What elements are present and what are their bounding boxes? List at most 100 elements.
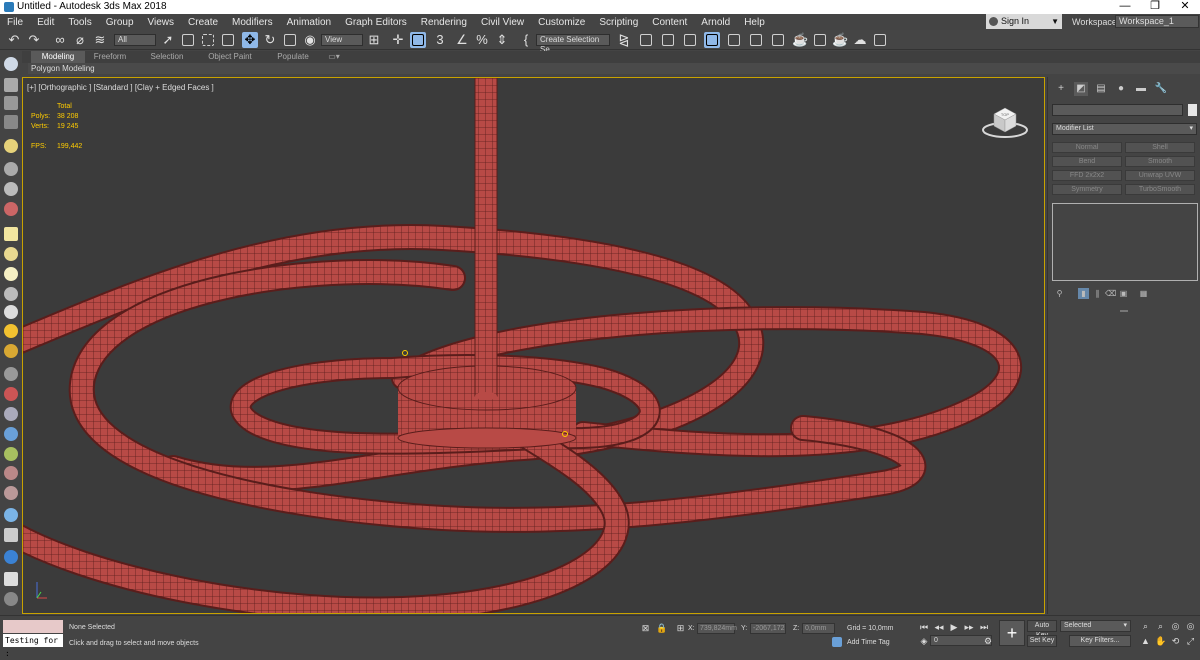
select-manipulate-button[interactable]: ✛ (390, 32, 406, 48)
orbit-icon[interactable]: ⟲ (1170, 636, 1181, 647)
zoom-icon[interactable]: ⌕ (1140, 621, 1151, 632)
select-and-scale-button[interactable] (282, 32, 298, 48)
create-tab-icon[interactable]: + (1054, 82, 1068, 96)
tab-modeling[interactable]: Modeling (31, 51, 85, 63)
object-name-input[interactable] (1052, 104, 1183, 116)
mirror-button[interactable]: ⧎ (616, 32, 632, 48)
selection-filter-dropdown[interactable]: All (114, 34, 156, 46)
key-mode-dropdown[interactable]: Selected ▾ (1060, 620, 1131, 632)
shape-icon[interactable] (4, 202, 18, 216)
globe-icon[interactable] (4, 427, 18, 441)
modifier-normal-button[interactable]: Normal (1052, 142, 1122, 153)
modifier-bend-button[interactable]: Bend (1052, 156, 1122, 167)
viewport-label-menu[interactable]: [+] [Orthographic ] [Standard ] [Clay + … (27, 83, 214, 92)
previous-frame-button[interactable]: ◂◂ (933, 621, 945, 633)
ribbon-panel-label[interactable]: Polygon Modeling (28, 63, 1200, 74)
display-tab-icon[interactable]: ▬ (1134, 82, 1148, 96)
geosphere-icon[interactable] (4, 267, 18, 281)
close-button[interactable]: ✕ (1170, 0, 1200, 14)
menu-modifiers[interactable]: Modifiers (225, 17, 280, 28)
menu-animation[interactable]: Animation (280, 17, 338, 28)
torus-icon[interactable] (4, 287, 18, 301)
bind-space-warp-button[interactable]: ≋ (92, 32, 108, 48)
select-and-move-button[interactable]: ✥ (242, 32, 258, 48)
reference-coordinate-dropdown[interactable]: View (321, 34, 363, 46)
unlink-button[interactable]: ⌀ (72, 32, 88, 48)
pivot-center-button[interactable]: ⊞ (366, 32, 382, 48)
system-icon[interactable] (4, 407, 18, 421)
absolute-mode-icon[interactable]: ⊞ (675, 623, 686, 634)
window-crossing-button[interactable] (220, 32, 236, 48)
render-in-cloud-button[interactable]: ☁ (852, 32, 868, 48)
helper-icon[interactable] (4, 182, 18, 196)
menu-group[interactable]: Group (99, 17, 141, 28)
maximize-button[interactable]: ❐ (1140, 0, 1170, 14)
tab-freeform[interactable]: Freeform (85, 51, 135, 63)
x-coord-field[interactable]: 739,824mm (697, 623, 737, 634)
modifier-symmetry-button[interactable]: Symmetry (1052, 184, 1122, 195)
motion-tab-icon[interactable]: ● (1114, 82, 1128, 96)
configure-modifier-icon[interactable]: ▦ (1138, 288, 1149, 299)
light-icon[interactable] (4, 139, 18, 153)
angle-snap-button[interactable]: ∠ (454, 32, 470, 48)
menu-help[interactable]: Help (737, 17, 772, 28)
bone-icon[interactable] (4, 387, 18, 401)
foliage-icon[interactable] (4, 447, 18, 461)
isolate-selection-icon[interactable]: ⊠ (640, 623, 651, 634)
menu-content[interactable]: Content (645, 17, 694, 28)
utilities-icon[interactable] (4, 572, 18, 586)
pin-stack-icon[interactable]: ⚲ (1054, 288, 1065, 299)
modifier-smooth-button[interactable]: Smooth (1125, 156, 1195, 167)
configure-sets-icon[interactable]: ▣ (1118, 288, 1129, 299)
select-and-place-button[interactable]: ◉ (302, 32, 318, 48)
snaps-toggle-button[interactable]: 3 (432, 32, 448, 48)
make-unique-icon[interactable]: ∥ (1092, 288, 1103, 299)
list-panel-icon[interactable] (4, 96, 18, 110)
viewport-layout-icon[interactable] (4, 57, 18, 71)
percent-snap-button[interactable]: % (474, 32, 490, 48)
perspective-viewport[interactable]: [+] [Orthographic ] [Standard ] [Clay + … (22, 77, 1045, 614)
tab-selection[interactable]: Selection (140, 51, 194, 63)
align-button[interactable] (638, 32, 654, 48)
set-key-button[interactable]: Set Key (1027, 635, 1057, 647)
workspace-dropdown[interactable]: Workspace_1 (1115, 15, 1199, 28)
ribbon-options-button[interactable]: ▭▾ (324, 51, 344, 63)
go-to-start-button[interactable]: ⏮ (918, 621, 930, 633)
play-button[interactable]: ▶ (948, 621, 960, 633)
menu-views[interactable]: Views (141, 17, 182, 28)
sphere-icon[interactable] (4, 247, 18, 261)
cone-icon[interactable] (4, 305, 18, 319)
undo-button[interactable]: ↶ (6, 32, 22, 48)
y-coord-field[interactable]: -2067,172 (750, 623, 786, 634)
rectangular-selection-button[interactable] (200, 32, 216, 48)
scene-explorer-button[interactable] (660, 32, 676, 48)
scene-icon[interactable] (4, 78, 18, 92)
menu-graph-editors[interactable]: Graph Editors (338, 17, 414, 28)
redo-button[interactable]: ↷ (26, 32, 42, 48)
panel-resize-handle[interactable] (1120, 310, 1128, 312)
select-by-name-button[interactable] (180, 32, 196, 48)
show-end-result-icon[interactable]: ▮ (1078, 288, 1089, 299)
a360-gallery-button[interactable] (872, 32, 888, 48)
object-color-swatch[interactable] (1188, 104, 1197, 116)
rendered-frame-window-button[interactable] (812, 32, 828, 48)
modify-tab-icon[interactable]: ◩ (1074, 82, 1088, 96)
pivot-marker[interactable] (402, 350, 408, 356)
menu-scripting[interactable]: Scripting (592, 17, 645, 28)
sign-in-button[interactable]: Sign In ▼ (986, 14, 1062, 29)
viewcube[interactable]: TOP (980, 100, 1030, 140)
material-editor-button[interactable] (770, 32, 786, 48)
z-coord-field[interactable]: 0,0mm (802, 623, 835, 634)
key-filters-button[interactable]: Key Filters... (1069, 635, 1131, 647)
zoom-all-icon[interactable]: ⌕ (1155, 621, 1166, 632)
set-keys-button[interactable]: + (999, 620, 1025, 646)
display-icon[interactable] (4, 550, 18, 564)
keyboard-shortcut-override-button[interactable] (410, 32, 426, 48)
next-frame-button[interactable]: ▸▸ (963, 621, 975, 633)
particle-icon[interactable] (4, 367, 18, 381)
hierarchy-tab-icon[interactable]: ▤ (1094, 82, 1108, 96)
spinner-snap-button[interactable]: ⇕ (494, 32, 510, 48)
remove-modifier-icon[interactable]: ⌫ (1105, 288, 1116, 299)
render-setup-button[interactable]: ☕ (792, 32, 808, 48)
menu-tools[interactable]: Tools (61, 17, 98, 28)
